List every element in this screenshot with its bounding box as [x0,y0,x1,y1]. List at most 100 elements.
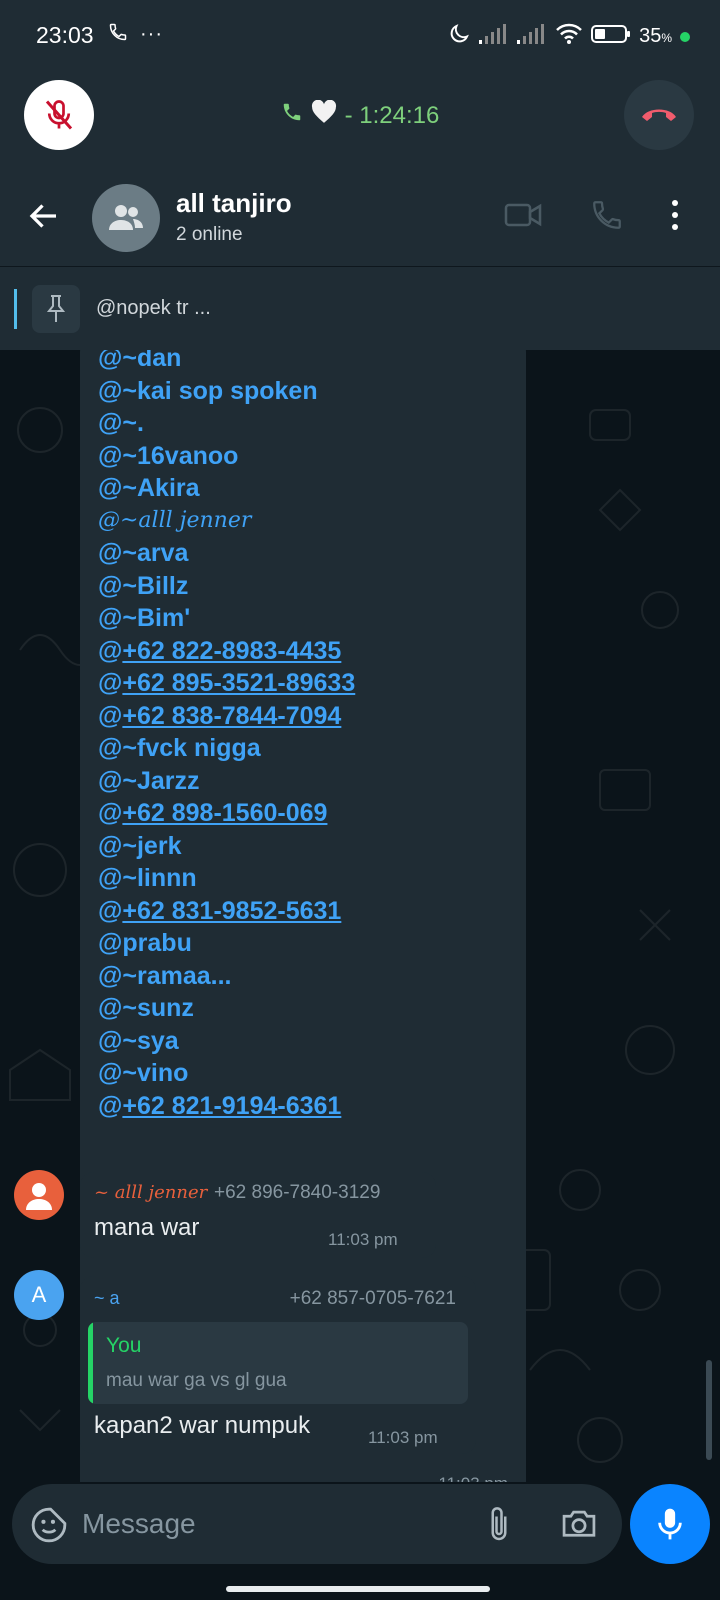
mention-item[interactable]: @~jerk [98,830,355,863]
mention-name[interactable]: ~Akira [122,474,199,502]
mention-name[interactable]: ~jerk [122,832,181,860]
mention-name[interactable]: +62 831-9852-5631 [122,897,341,925]
mention-item[interactable]: @~Bim' [98,602,355,635]
attach-button[interactable] [484,1504,514,1549]
mention-at-sign: @ [98,474,123,502]
mention-item[interactable]: @~kai sop spoken [98,375,355,408]
mention-name[interactable]: ~fvck nigga [122,734,260,762]
sender-avatar[interactable]: A [14,1270,64,1320]
pinned-indicator [14,289,17,329]
chat-title[interactable]: all tanjiro [176,188,292,219]
mention-at-sign: @ [98,799,123,827]
quoted-message[interactable]: You mau war ga vs gl gua [88,1322,468,1404]
mention-item[interactable]: @prabu [98,927,355,960]
mention-item[interactable]: @~Billz [98,570,355,603]
mention-item[interactable]: @~Akira [98,472,355,505]
mention-item[interactable]: @~alll jenner [98,505,355,538]
mention-item[interactable]: @~. [98,407,355,440]
message-input-container[interactable] [12,1484,622,1564]
mention-name[interactable]: ~sya [122,1027,178,1055]
pin-icon [32,285,80,333]
status-time: 23:03 [36,22,94,48]
mention-name[interactable]: ~linnn [122,864,196,892]
mention-item[interactable]: @~linnn [98,862,355,895]
mention-item[interactable]: @+62 822-8983-4435 [98,635,355,668]
message-input[interactable] [82,1504,462,1544]
sender-phone[interactable]: +62 896-7840-3129 [214,1182,380,1204]
mention-name[interactable]: ~sunz [122,994,194,1022]
mention-at-sign: @ [98,766,123,795]
camera-icon [562,1510,596,1537]
ongoing-call-bar[interactable]: - 1:24:16 [0,72,720,168]
mention-item[interactable]: @~sunz [98,992,355,1025]
mention-at-sign: @ [98,350,123,372]
mention-item[interactable]: @+62 831-9852-5631 [98,895,355,928]
mention-name[interactable]: prabu [122,929,191,957]
composer [0,1482,720,1600]
mention-item[interactable]: @+62 821-9194-6361 [98,1090,355,1123]
mention-at-sign: @ [98,994,123,1022]
scrollbar[interactable] [706,1360,712,1460]
mention-item[interactable]: @~sya [98,1025,355,1058]
pinned-message-text: @nopek tr ... [96,297,211,319]
end-call-button[interactable] [624,80,694,150]
mention-item[interactable]: @~arva [98,537,355,570]
mention-item[interactable]: @+62 898-1560-069 [98,797,355,830]
sender-name[interactable]: ~ alll jenner [94,1182,207,1203]
quoted-sender: You [106,1334,142,1357]
mention-at-sign: @ [98,441,123,470]
chat-messages[interactable]: @~dan @~kai sop spoken @~. @~16vanoo @~Akira… [0,350,720,1482]
mention-at-sign: @ [98,734,123,762]
mention-name[interactable]: ~. [122,409,144,437]
mention-name[interactable]: +62 821-9194-6361 [122,1092,341,1120]
voice-record-button[interactable] [630,1484,710,1564]
mention-item[interactable]: @~dan [98,350,355,375]
mention-name[interactable]: ~16vanoo [122,442,238,470]
privacy-dot [680,31,690,42]
call-status[interactable]: - 1:24:16 [0,99,720,131]
mention-at-sign: @ [98,669,123,697]
mention-name[interactable]: ~vino [122,1059,188,1087]
message-time: 11:03 pm [438,1474,508,1482]
back-button[interactable] [26,198,62,234]
mention-item[interactable]: @~16vanoo [98,440,355,473]
pinned-message-bar[interactable]: @nopek tr ... [0,266,720,350]
mention-item[interactable]: @~ramaa... [98,960,355,993]
overflow-menu-button[interactable] [670,198,680,237]
sticker-button[interactable] [30,1506,68,1549]
mention-name[interactable]: ~Bim' [122,604,190,632]
end-call-icon [642,109,676,121]
video-call-button[interactable] [504,200,542,235]
mention-at-sign: @ [98,604,123,632]
camera-button[interactable] [560,1506,598,1545]
white-heart-icon [311,99,337,131]
mention-name[interactable]: ~Jarzz [122,767,199,795]
voice-call-button[interactable] [590,198,624,237]
group-avatar[interactable] [92,184,160,252]
mention-item[interactable]: @+62 838-7844-7094 [98,700,355,733]
mention-name[interactable]: ~Billz [122,572,188,600]
mention-name[interactable]: ~dan [122,350,181,372]
sticker-emoji-icon [31,1507,67,1543]
message-bubble-reply[interactable]: ~ a +62 857-0705-7621 You mau war ga vs … [80,1276,476,1454]
mention-name[interactable]: ~ramaa... [122,962,231,990]
message-bubble[interactable]: ~ alll jenner +62 896-7840-3129 mana war… [80,1172,436,1258]
sender-name[interactable]: ~ a [94,1288,120,1309]
group-icon [109,205,143,230]
signal-icon-2 [517,24,547,49]
mention-name[interactable]: +62 822-8983-4435 [122,637,341,665]
sender-phone[interactable]: +62 857-0705-7621 [290,1288,456,1310]
mention-item[interactable]: @~Jarzz [98,765,355,798]
mention-item[interactable]: @~vino [98,1057,355,1090]
mention-item[interactable]: @~fvck nigga [98,732,355,765]
mention-name[interactable]: ~arva [122,539,188,567]
mention-at-sign: @ [98,539,123,567]
mention-name[interactable]: ~kai sop spoken [122,377,317,405]
mention-item[interactable]: @+62 895-3521-89633 [98,667,355,700]
mention-name[interactable]: ~alll jenner [120,508,251,533]
home-indicator[interactable] [226,1586,490,1592]
mention-name[interactable]: +62 895-3521-89633 [122,669,355,697]
mention-name[interactable]: +62 898-1560-069 [122,799,327,827]
mention-name[interactable]: +62 838-7844-7094 [122,702,341,730]
sender-avatar[interactable] [14,1170,64,1220]
